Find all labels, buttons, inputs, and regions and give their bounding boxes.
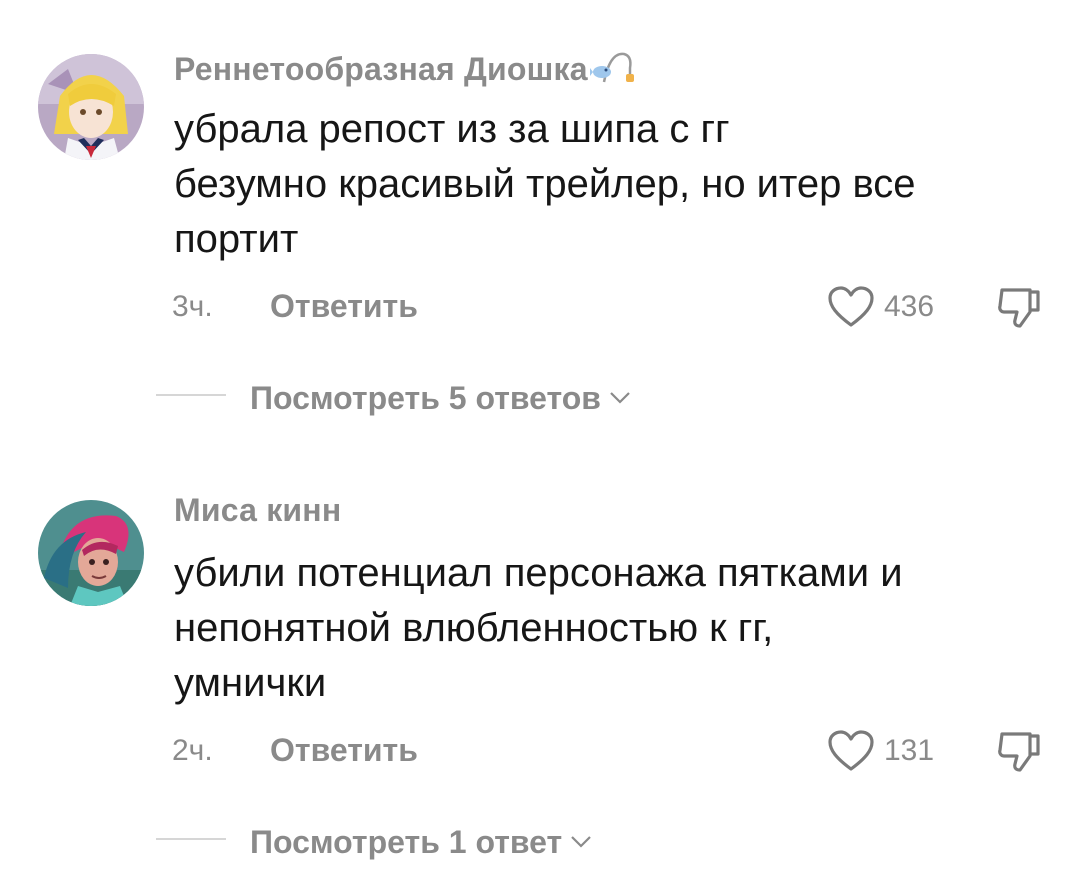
username-text: Реннетообразная Диошка (174, 51, 588, 87)
comment-text-line: убрала репост из за шипа с гг (174, 107, 730, 151)
like-count: 436 (884, 290, 935, 323)
chevron-down-icon (609, 376, 631, 413)
comment-text: убили потенциал персонажа пятками и непо… (174, 546, 1054, 711)
avatar[interactable] (38, 54, 144, 160)
comment-item: Реннетообразная Диошка убрала репост из … (0, 0, 1080, 440)
reply-button[interactable]: Ответить (270, 732, 418, 769)
heart-icon[interactable] (826, 284, 876, 335)
reply-button[interactable]: Ответить (270, 288, 418, 325)
avatar[interactable] (38, 500, 144, 606)
avatar-image (38, 54, 144, 160)
comment-actions: 3ч. Ответить 436 (0, 282, 1080, 332)
comment-text: убрала репост из за шипа с гг безумно кр… (174, 102, 1054, 267)
comment-actions: 2ч. Ответить 131 (0, 726, 1080, 776)
dislike-icon[interactable] (996, 728, 1044, 779)
view-replies[interactable]: Посмотреть 1 ответ (0, 816, 1080, 862)
comment-text-line: безумно красивый трейлер, но итер все (174, 162, 916, 206)
dislike-icon[interactable] (996, 284, 1044, 335)
like-count: 131 (884, 734, 935, 767)
avatar-image (38, 500, 144, 606)
divider (156, 838, 226, 840)
view-replies-label: Посмотреть 1 ответ (250, 824, 563, 860)
comment-text-line: портит (174, 217, 299, 261)
view-replies-button[interactable]: Посмотреть 5 ответов (250, 376, 631, 417)
comment-text-line: непонятной влюбленностью к гг, (174, 606, 774, 650)
username[interactable]: Реннетообразная Диошка (174, 48, 634, 94)
comment-text-line: умнички (174, 661, 327, 705)
timestamp: 3ч. (172, 290, 213, 323)
view-replies[interactable]: Посмотреть 5 ответов (0, 372, 1080, 418)
username[interactable]: Миса кинн (174, 492, 341, 529)
comment-item: Миса кинн убили потенциал персонажа пятк… (0, 444, 1080, 884)
view-replies-button[interactable]: Посмотреть 1 ответ (250, 820, 592, 861)
timestamp: 2ч. (172, 734, 213, 767)
divider (156, 394, 226, 396)
username-text: Миса кинн (174, 492, 342, 528)
chevron-down-icon (570, 820, 592, 857)
heart-icon[interactable] (826, 728, 876, 779)
fishing-rod-icon (589, 48, 634, 94)
view-replies-label: Посмотреть 5 ответов (250, 380, 601, 416)
comment-text-line: убили потенциал персонажа пятками и (174, 551, 903, 595)
